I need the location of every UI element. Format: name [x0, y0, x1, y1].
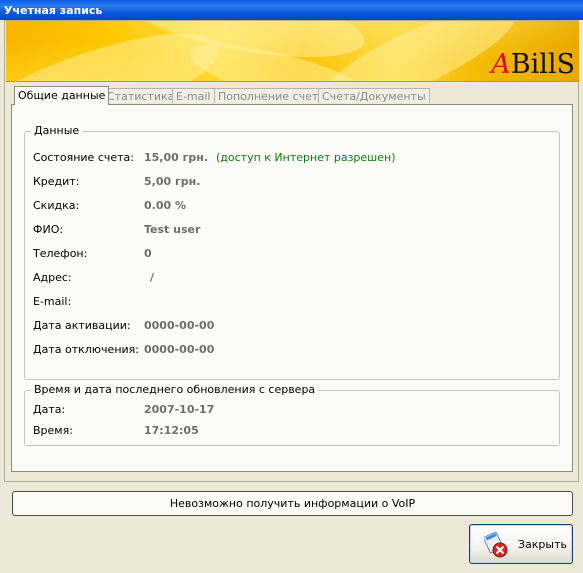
- field-value: Test user: [144, 223, 201, 236]
- field-phone: Телефон: 0: [33, 246, 553, 262]
- account-data-legend: Данные: [31, 124, 83, 137]
- field-update-date: Дата: 2007-10-17: [33, 402, 553, 418]
- voip-status-bar: Невозможно получить информации о VoIP: [12, 491, 573, 516]
- logo-prefix: A: [491, 49, 511, 80]
- account-data-group: Данные Состояние счета: 15,00 грн. (дост…: [24, 124, 560, 380]
- field-address: Адрес: /: [33, 270, 553, 286]
- window-title-bar[interactable]: Учетная запись: [0, 0, 583, 20]
- field-label: Состояние счета:: [33, 151, 134, 164]
- logo-text: BillS: [510, 49, 575, 80]
- tab-top-up[interactable]: Пополнение счета: [214, 88, 329, 103]
- field-balance: Состояние счета: 15,00 грн. (доступ к Ин…: [33, 150, 553, 166]
- tab-general[interactable]: Общие данные: [14, 86, 110, 105]
- field-value: 0000-00-00: [144, 343, 215, 356]
- tab-statistics[interactable]: Статистика: [103, 88, 179, 103]
- field-label: ФИО:: [33, 223, 64, 236]
- field-label: Скидка:: [33, 199, 80, 212]
- voip-status-message: Невозможно получить информации о VoIP: [169, 497, 416, 510]
- field-value: 5,00 грн.: [144, 175, 201, 188]
- field-value: 0.00 %: [144, 199, 186, 212]
- field-label: Адрес:: [33, 271, 72, 284]
- field-activation-date: Дата активации: 0000-00-00: [33, 318, 553, 334]
- field-label: Дата отключения:: [33, 343, 139, 356]
- close-icon: [484, 531, 508, 558]
- abills-logo: ABillS: [491, 49, 575, 80]
- tab-panel: Данные Состояние счета: 15,00 грн. (дост…: [11, 104, 573, 472]
- field-label: Дата активации:: [33, 319, 131, 332]
- close-button-label: Закрыть: [518, 538, 567, 551]
- header-banner: ABillS: [6, 21, 579, 82]
- field-discount: Скидка: 0.00 %: [33, 198, 553, 214]
- field-label: Время:: [33, 424, 73, 437]
- field-full-name: ФИО: Test user: [33, 222, 553, 238]
- field-value: 17:12:05: [144, 424, 199, 437]
- last-update-legend: Время и дата последнего обновления с сер…: [31, 383, 319, 396]
- field-label: Кредит:: [33, 175, 80, 188]
- field-deactivation-date: Дата отключения: 0000-00-00: [33, 342, 553, 358]
- field-credit: Кредит: 5,00 грн.: [33, 174, 553, 190]
- last-update-group: Время и дата последнего обновления с сер…: [24, 383, 560, 446]
- close-button[interactable]: Закрыть: [469, 524, 573, 564]
- field-label: Дата:: [33, 403, 66, 416]
- field-label: Телефон:: [33, 247, 88, 260]
- field-value: 2007-10-17: [144, 403, 215, 416]
- field-label: E-mail:: [33, 295, 72, 308]
- field-update-time: Время: 17:12:05: [33, 423, 553, 439]
- field-value: 0000-00-00: [144, 319, 215, 332]
- field-value: 0: [144, 247, 152, 260]
- field-value: 15,00 грн.: [144, 151, 209, 164]
- window-title: Учетная запись: [4, 4, 103, 17]
- field-email: E-mail:: [33, 294, 553, 310]
- tab-email[interactable]: E-mail: [172, 88, 215, 103]
- tab-invoices[interactable]: Счета/Документы: [318, 88, 430, 103]
- field-value: /: [150, 271, 155, 284]
- access-status-note: (доступ к Интернет разрешен): [216, 151, 396, 164]
